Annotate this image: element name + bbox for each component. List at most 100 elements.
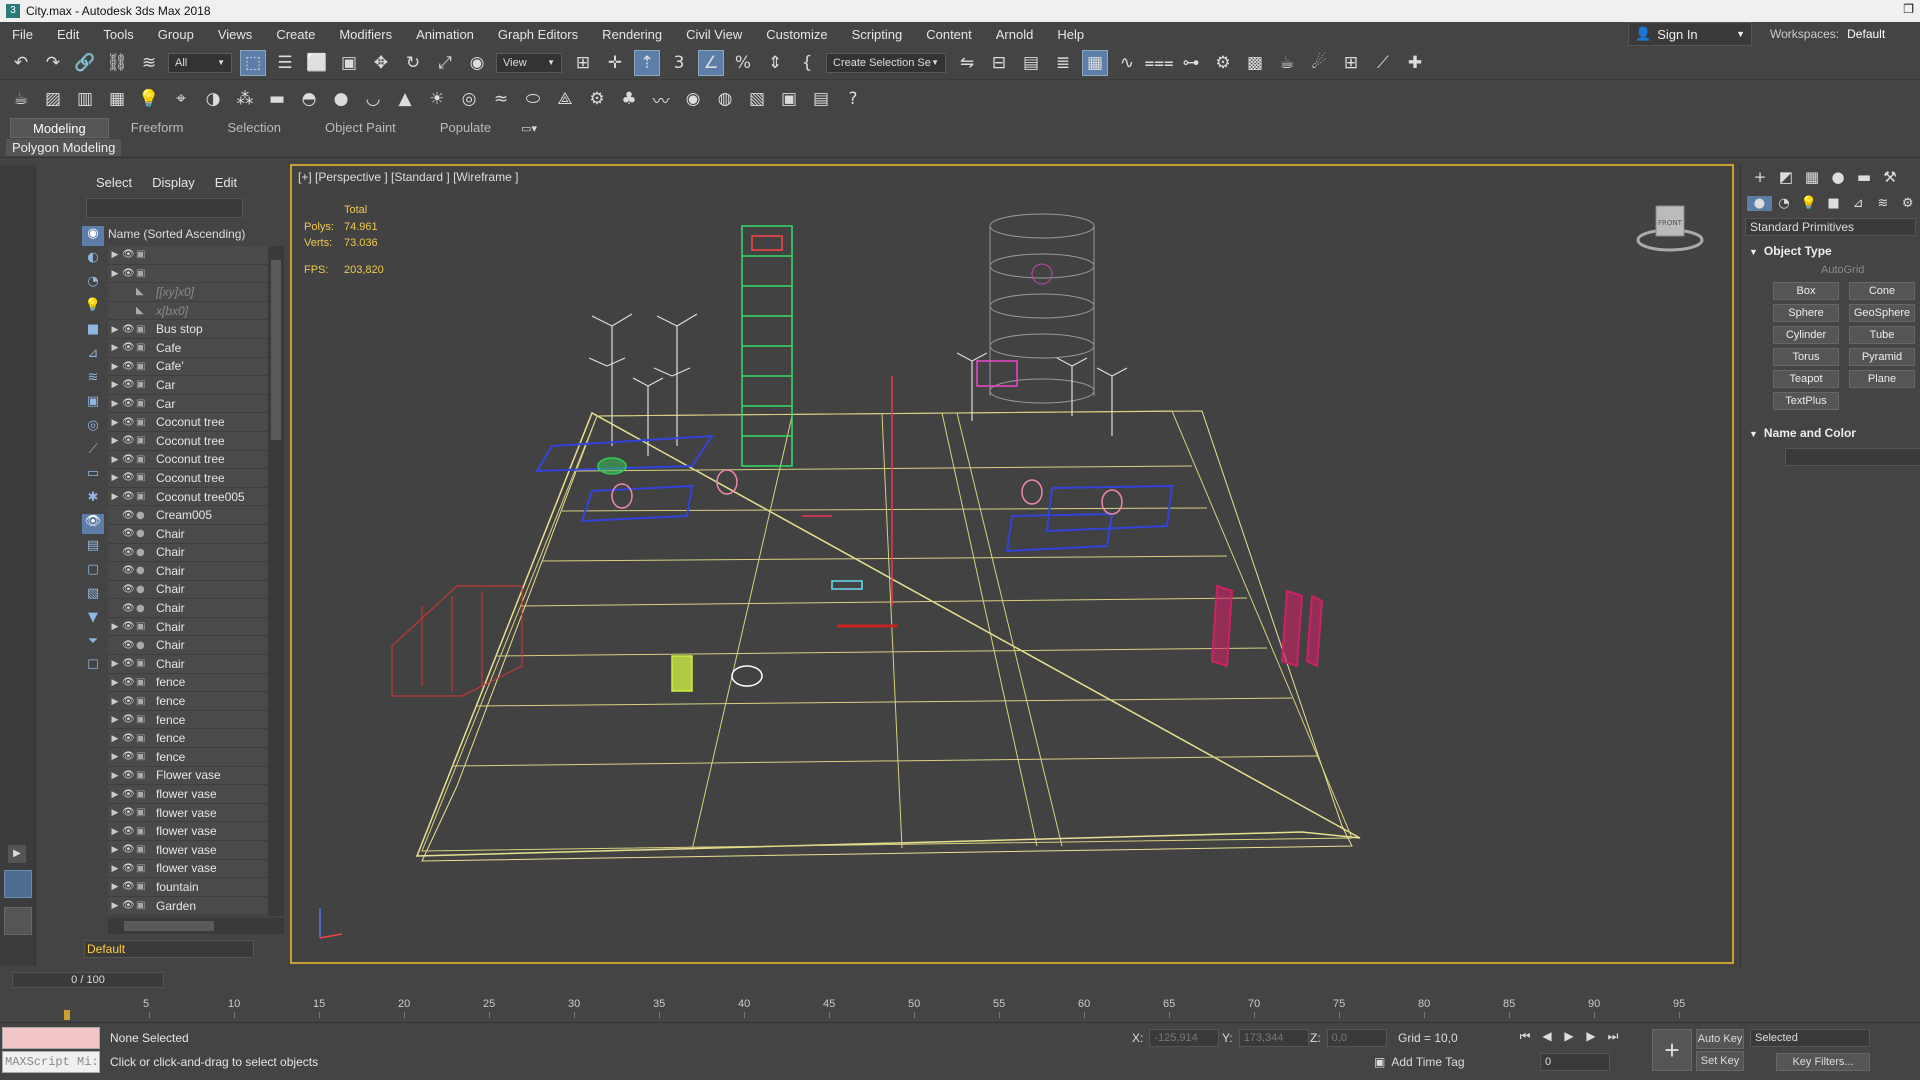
expand-arrow-icon[interactable]: ▶ [108, 621, 122, 632]
object-xrefs-filter-icon[interactable]: ◎ [82, 418, 104, 438]
cameras-icon[interactable]: ■ [1821, 196, 1846, 211]
shapes-icon[interactable]: ◔ [1772, 196, 1797, 211]
hair-fur-icon[interactable]: 〰 [648, 86, 674, 112]
set-key-button[interactable]: Set Key [1696, 1051, 1744, 1071]
expand-arrow-icon[interactable]: ▶ [108, 844, 122, 855]
display-tab-icon[interactable]: ▬ [1851, 168, 1877, 186]
tab-selection[interactable]: Selection [206, 118, 303, 138]
visibility-eye-icon[interactable]: 👁 [122, 881, 136, 892]
polygon-modeling-button[interactable]: Polygon Modeling [6, 139, 122, 156]
visibility-eye-icon[interactable]: 👁 [122, 603, 136, 614]
create-tab-icon[interactable]: + [1747, 168, 1773, 186]
list-item[interactable]: ▶ 👁 ▣ fence [108, 710, 284, 730]
hair-icon[interactable]: ≈ [488, 86, 514, 112]
sign-in-button[interactable]: 👤 Sign In ▼ [1628, 22, 1752, 46]
layer-dropdown[interactable]: Default [84, 940, 254, 958]
visibility-eye-icon[interactable]: 👁 [122, 472, 136, 483]
toggle-ribbon-icon[interactable]: ▦ [1082, 49, 1108, 76]
sun-icon[interactable]: ☀ [424, 86, 450, 112]
list-item[interactable]: ▶ 👁 ▣ fountain [108, 878, 284, 897]
edit-named-selection-icon[interactable]: { [794, 50, 820, 76]
list-item[interactable]: 👁 ● Chair [108, 543, 284, 563]
select-object-icon[interactable]: ⬚ [240, 49, 266, 76]
reference-coordinate-dropdown[interactable]: View ▼ [496, 52, 562, 73]
material-editor-icon[interactable]: ▥ [72, 86, 98, 112]
textplus-button[interactable]: TextPlus [1773, 392, 1839, 410]
expand-arrow-icon[interactable]: ▶ [108, 881, 122, 892]
particle-icon[interactable]: ⁂ [232, 86, 258, 112]
sphere-icon[interactable]: ● [328, 86, 354, 112]
select-by-name-icon[interactable]: ☰ [272, 50, 298, 76]
visibility-eye-icon[interactable]: 👁 [122, 324, 136, 335]
none-filter-icon[interactable]: ▢ [82, 562, 104, 582]
all-filter-icon[interactable]: ▤ [82, 538, 104, 558]
modify-tab-icon[interactable]: ◩ [1773, 168, 1799, 186]
visibility-eye-icon[interactable]: 👁 [122, 844, 136, 855]
rotate-icon[interactable]: ↻ [400, 50, 426, 76]
expand-arrow-icon[interactable]: ▶ [108, 789, 122, 800]
menu-arnold[interactable]: Arnold [984, 27, 1046, 42]
helpers-icon[interactable]: ⊿ [1846, 196, 1871, 211]
torus-button[interactable]: Torus [1773, 348, 1839, 366]
visibility-eye-icon[interactable]: 👁 [122, 714, 136, 725]
list-item[interactable]: ▶ 👁 ▣ Coconut tree [108, 413, 284, 432]
visibility-eye-icon[interactable]: 👁 [122, 342, 136, 353]
time-slider[interactable]: 0 / 100 [12, 972, 164, 988]
percent-snap-icon[interactable]: % [730, 50, 756, 76]
visibility-eye-icon[interactable]: 👁 [122, 584, 136, 595]
list-item[interactable]: 👁 ● Chair [108, 580, 284, 600]
list-item[interactable]: ▶ 👁 ▣ fence [108, 673, 284, 693]
layer-icon[interactable]: ☐ [82, 658, 104, 678]
explorer-menu-select[interactable]: Select [96, 175, 132, 190]
menu-group[interactable]: Group [146, 27, 206, 42]
spinner-snap-icon[interactable]: ⇕ [762, 50, 788, 76]
image-icon[interactable]: ▨ [40, 86, 66, 112]
help-icon[interactable]: ? [840, 86, 866, 112]
align-icon[interactable]: ⊟ [986, 50, 1012, 76]
expand-arrow-icon[interactable]: ▶ [108, 696, 122, 707]
snaps-toggle-icon[interactable]: 3 [666, 50, 692, 76]
list-item[interactable]: ▶ 👁 ▣ flower vase [108, 785, 284, 804]
list-item[interactable]: 👁 ● Cream005 [108, 506, 284, 525]
list-item[interactable]: ◣ x[bx0] [108, 301, 284, 321]
expand-arrow-icon[interactable]: ▶ [108, 435, 122, 446]
visibility-eye-icon[interactable]: 👁 [122, 417, 136, 428]
render-production-icon[interactable]: ☕ [1274, 50, 1300, 76]
scale-icon[interactable]: ⤢ [432, 50, 458, 76]
list-item[interactable]: ▶ 👁 ▣ Coconut tree [108, 469, 284, 488]
selection-filter-dropdown[interactable]: All ▼ [168, 52, 232, 73]
expand-arrow-icon[interactable]: ▶ [108, 900, 122, 911]
key-mode-dropdown[interactable]: Selected [1750, 1029, 1870, 1047]
quad-viewport-layout[interactable] [4, 907, 32, 935]
menu-tools[interactable]: Tools [91, 27, 145, 42]
list-item[interactable]: ▶ 👁 ▣ flower vase [108, 803, 284, 823]
list-item[interactable]: ▶ 👁 ▣ Bus stop [108, 320, 284, 339]
current-frame-field[interactable]: 0 [1540, 1053, 1610, 1071]
visibility-eye-icon[interactable]: 👁 [122, 398, 136, 409]
texture-icon[interactable]: ▧ [744, 86, 770, 112]
sky-icon[interactable]: ◎ [456, 86, 482, 112]
list-item[interactable]: ▶ 👁 ▣ flower vase [108, 859, 284, 879]
explorer-search-input[interactable] [86, 198, 243, 218]
cameras-filter-icon[interactable]: ■ [82, 322, 104, 342]
invert-filter-icon[interactable]: ▧ [82, 586, 104, 606]
explorer-menu-display[interactable]: Display [152, 175, 195, 190]
list-item[interactable]: ▶ 👁 ▣ fence [108, 692, 284, 711]
cylinder-button[interactable]: Cylinder [1773, 326, 1839, 344]
teapot-icon[interactable]: ☕ [8, 86, 34, 112]
plane-button[interactable]: Plane [1849, 370, 1915, 388]
menu-civil-view[interactable]: Civil View [674, 27, 754, 42]
sphere-button[interactable]: Sphere [1773, 304, 1839, 322]
play-icon[interactable]: ▶ [1558, 1029, 1580, 1044]
list-item[interactable]: ▶ 👁 ▣ fence [108, 748, 284, 767]
explorer-menu-edit[interactable]: Edit [215, 175, 237, 190]
place-icon[interactable]: ◉ [464, 50, 490, 76]
next-frame-icon[interactable]: ▶ [1580, 1029, 1602, 1044]
scrollbar-thumb[interactable] [271, 260, 281, 440]
list-item[interactable]: ▶ 👁 ▣ Chair [108, 655, 284, 674]
box-button[interactable]: Box [1773, 282, 1839, 300]
visibility-eye-icon[interactable]: 👁 [122, 770, 136, 781]
motion-tab-icon[interactable]: ● [1825, 168, 1851, 186]
go-to-end-icon[interactable]: ⏭ [1602, 1029, 1624, 1044]
expand-arrow-icon[interactable]: ▶ [8, 845, 26, 863]
